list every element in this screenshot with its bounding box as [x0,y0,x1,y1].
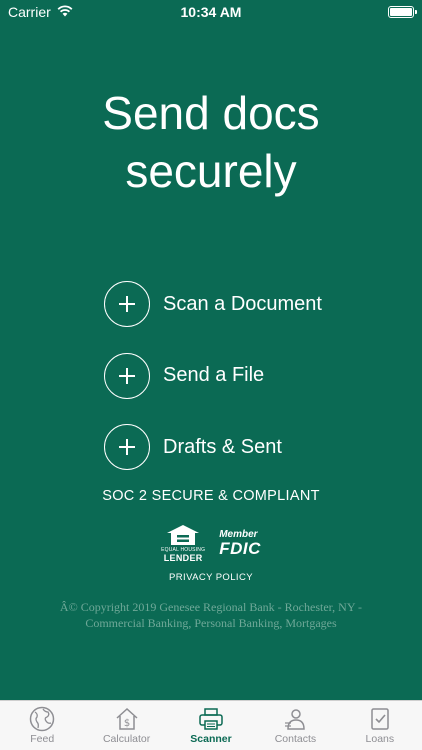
tab-contacts-label: Contacts [274,733,317,745]
globe-icon [29,706,55,732]
drafts-sent-button[interactable]: Drafts & Sent [104,423,404,471]
battery-icon [388,6,417,18]
tab-loans-label: Loans [365,733,395,745]
copyright-line-2: Commercial Banking, Personal Banking, Mo… [85,616,337,630]
action-list: Scan a Document Send a File Drafts & Sen… [104,280,404,495]
tab-scanner-label: Scanner [190,733,232,745]
privacy-policy-link[interactable]: PRIVACY POLICY [0,572,422,583]
plus-icon [104,352,150,399]
scan-document-label: Scan a Document [163,292,322,315]
title-line-1: Send docs [102,87,320,139]
scan-document-button[interactable]: Scan a Document [104,280,404,328]
equal-housing-icon [167,525,200,545]
copyright-text: Â© Copyright 2019 Genesee Regional Bank … [30,599,392,631]
scanner-icon [199,708,223,730]
page-title: Send docs securely [0,84,422,200]
tab-scanner[interactable]: Scanner [169,701,253,750]
compliance-logos: EQUAL HOUSING LENDER Member FDIC [0,524,422,563]
plus-icon [104,424,150,470]
house-dollar-icon: $ [116,707,138,730]
contacts-icon [285,709,306,730]
tab-loans[interactable]: Loans [338,701,422,750]
tab-calculator[interactable]: $ Calculator [84,701,168,750]
ehl-big-text: LENDER [163,553,203,563]
svg-text:$: $ [123,718,129,729]
fdic-logo: Member FDIC [219,530,261,558]
title-line-2: securely [125,145,297,197]
plus-icon [104,281,150,327]
soc-compliance-text: SOC 2 SECURE & COMPLIANT [102,488,320,504]
drafts-sent-label: Drafts & Sent [163,435,282,458]
tab-feed[interactable]: Feed [0,701,84,750]
tab-feed-label: Feed [30,733,55,745]
send-file-label: Send a File [163,364,265,386]
copyright-line-1: Â© Copyright 2019 Genesee Regional Bank … [59,600,363,614]
status-bar: Carrier 10:34 AM [0,0,422,24]
send-file-button[interactable]: Send a File [104,352,404,400]
tab-calculator-label: Calculator [102,733,151,745]
carrier-label: Carrier [8,4,51,20]
tab-contacts[interactable]: Contacts [253,701,337,750]
wifi-icon [57,4,73,20]
clipboard-check-icon [371,708,389,730]
fdic-name-text: FDIC [219,539,261,558]
equal-housing-lender-logo: EQUAL HOUSING LENDER [161,524,205,563]
tab-bar: Feed $ Calculator Scanner Contacts Loans [0,700,422,750]
